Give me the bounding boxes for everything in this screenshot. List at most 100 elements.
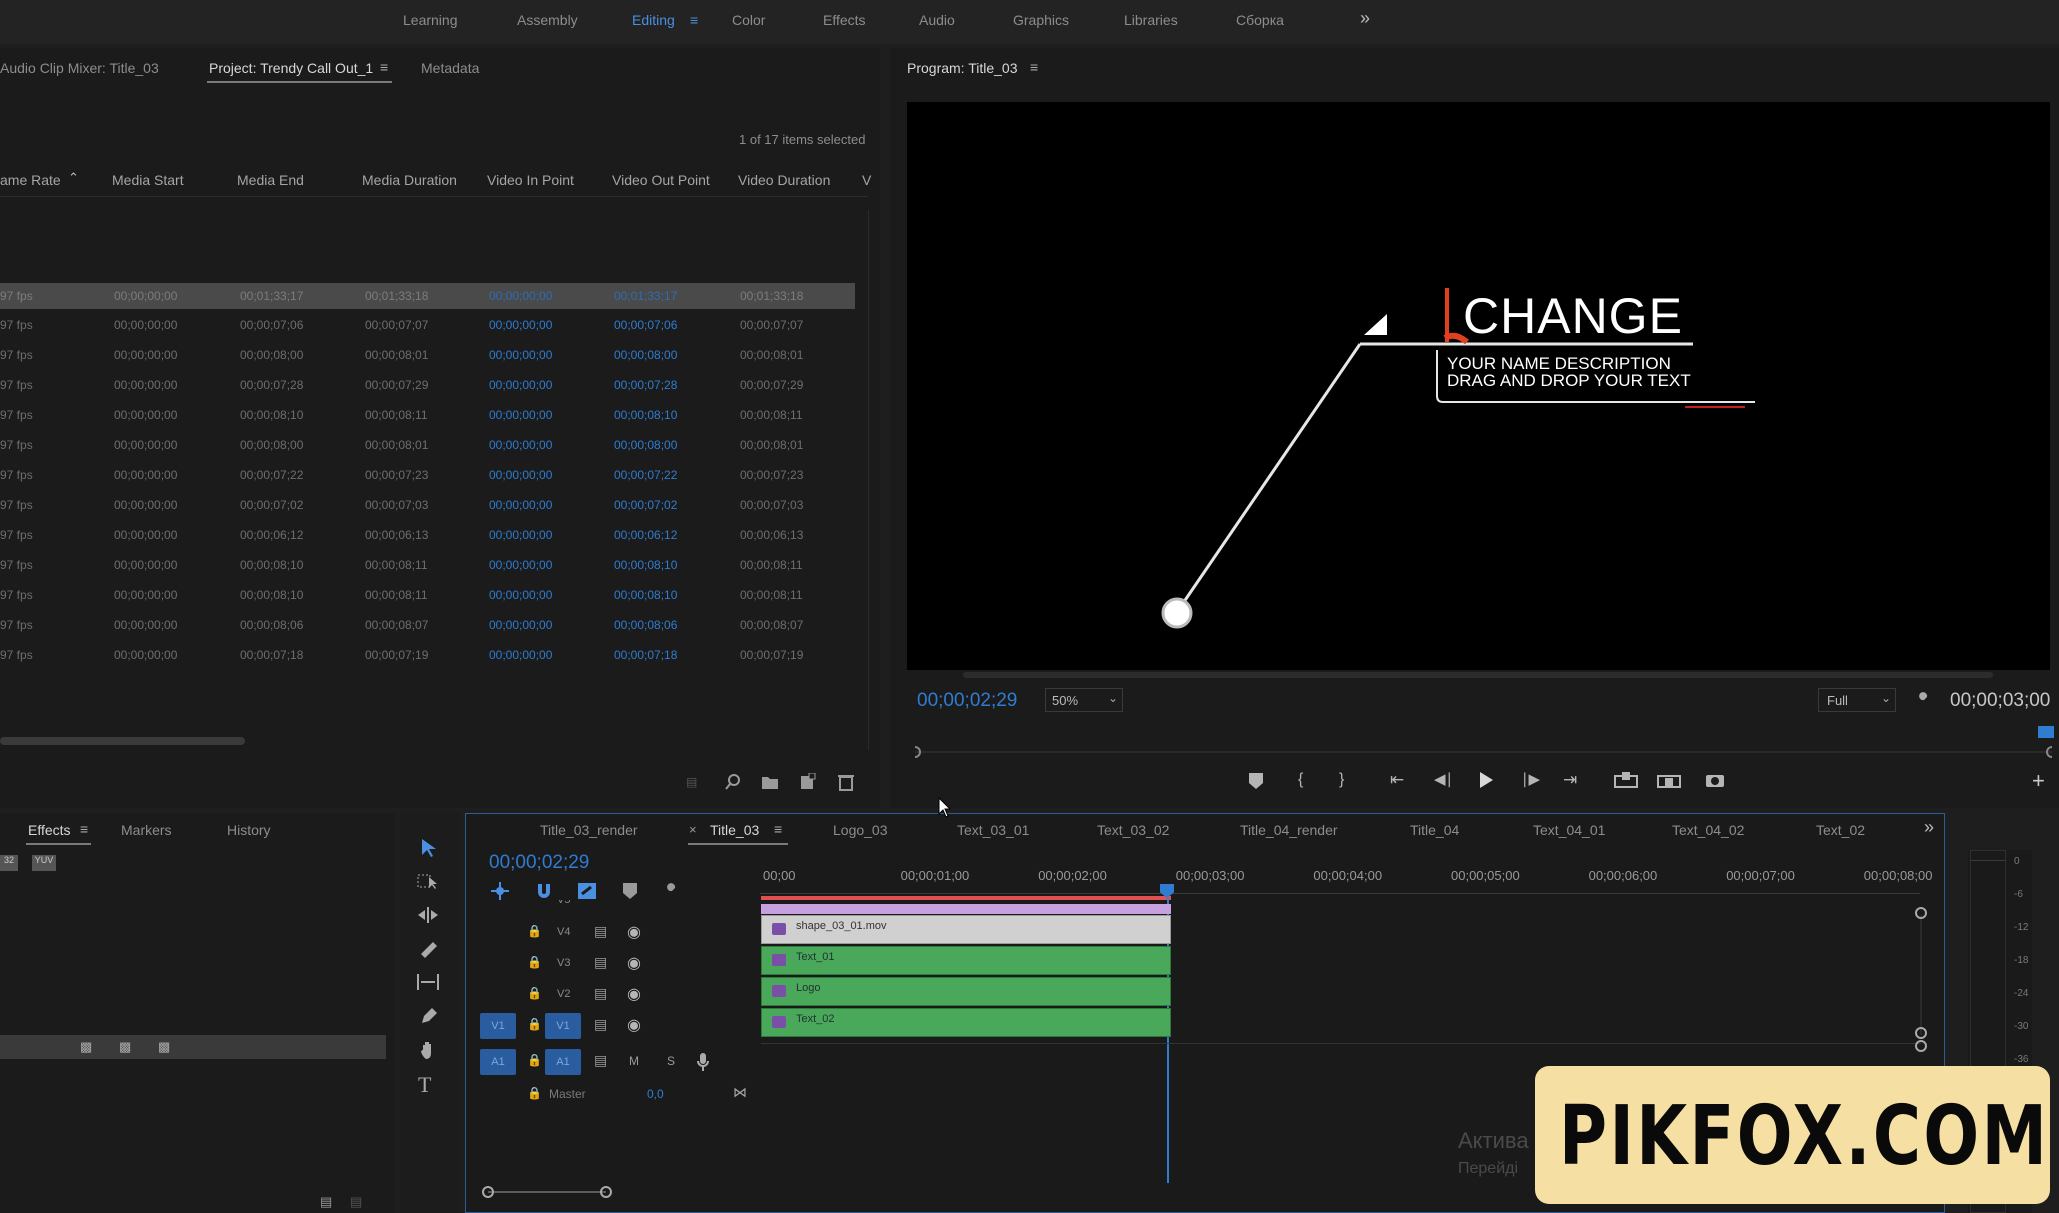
table-row[interactable]: 97 fps 00;00;00;00 00;00;08;06 00;00;08;07 0… — [0, 612, 855, 638]
sync-lock-icon[interactable]: ▤ — [594, 1052, 607, 1069]
add-button-icon[interactable]: + — [2032, 768, 2045, 794]
go-to-in-icon[interactable]: ⇤ — [1390, 770, 1404, 790]
track-target-v1[interactable]: V1 — [545, 1013, 581, 1039]
more-workspaces-icon[interactable]: » — [1360, 8, 1370, 29]
workspace-menu-icon[interactable]: ≡ — [690, 12, 698, 28]
monitor-playhead[interactable] — [2038, 726, 2054, 738]
new-folder-icon[interactable]: ▤ — [320, 1194, 332, 1210]
hand-tool-icon[interactable] — [419, 1040, 439, 1060]
clip-v5-top[interactable] — [761, 904, 1171, 914]
workspace-sborka[interactable]: Сборка — [1236, 12, 1284, 28]
sequence-tab[interactable]: Logo_03 — [833, 822, 888, 838]
close-tab-icon[interactable]: × — [689, 822, 697, 837]
sequence-menu-icon[interactable]: ≡ — [774, 821, 782, 837]
sequence-tab[interactable]: Text_04_01 — [1533, 822, 1605, 838]
table-row[interactable]: 97 fps 00;00;00;00 00;00;08;10 00;00;08;11 0… — [0, 582, 855, 608]
slip-tool-icon[interactable] — [416, 973, 440, 991]
project-panel-menu-icon[interactable]: ≡ — [380, 59, 388, 75]
play-icon[interactable] — [1478, 771, 1494, 789]
timeline-timecode[interactable]: 00;00;02;29 — [489, 852, 589, 874]
col-video-duration[interactable]: Video Duration — [738, 172, 830, 188]
timeline-settings-icon[interactable] — [662, 882, 680, 900]
lock-icon[interactable]: 🔒 — [527, 1086, 542, 1100]
automate-icon[interactable]: ▤ — [686, 775, 697, 789]
sort-ascending-icon[interactable]: ⌃ — [68, 170, 79, 186]
col-v[interactable]: V — [862, 172, 871, 188]
tab-project[interactable]: Project: Trendy Call Out_1 — [209, 60, 373, 76]
eye-icon[interactable]: ◉ — [627, 1015, 641, 1035]
source-patch-v1[interactable]: V1 — [480, 1013, 516, 1039]
sequence-tab[interactable]: Text_03_02 — [1097, 822, 1169, 838]
timeline-vscroll[interactable] — [1913, 903, 1929, 1053]
lock-icon[interactable]: 🔒 — [527, 1017, 542, 1031]
track-target-a1[interactable]: A1 — [545, 1049, 581, 1075]
selection-tool-icon[interactable] — [420, 838, 438, 858]
master-volume-value[interactable]: 0,0 — [647, 1087, 664, 1101]
sequence-tab[interactable]: Title_03 — [710, 822, 759, 838]
sequence-tab[interactable]: Title_04 — [1410, 822, 1459, 838]
linked-selection-icon[interactable] — [577, 882, 597, 900]
table-row[interactable]: 97 fps 00;00;00;00 00;00;06;12 00;00;06;13 0… — [0, 522, 855, 548]
microphone-icon[interactable] — [696, 1052, 710, 1072]
eye-icon[interactable]: ◉ — [627, 984, 641, 1004]
ripple-edit-tool-icon[interactable] — [417, 906, 439, 924]
workspace-assembly[interactable]: Assembly — [517, 12, 578, 28]
table-row[interactable]: 97 fps 00;00;00;00 00;00;08;10 00;00;08;11 0… — [0, 552, 855, 578]
col-video-out-point[interactable]: Video Out Point — [612, 172, 710, 188]
yuv-effects-badge[interactable]: YUV — [32, 855, 56, 871]
sequence-tab[interactable]: Text_04_02 — [1672, 822, 1744, 838]
effects-menu-icon[interactable]: ≡ — [80, 821, 88, 837]
video-canvas[interactable]: CHANGE YOUR NAME DESCRIPTION DRAG AND DR… — [907, 102, 2050, 670]
workspace-graphics[interactable]: Graphics — [1013, 12, 1069, 28]
extract-icon[interactable] — [1657, 772, 1681, 788]
tab-history[interactable]: History — [227, 822, 271, 838]
go-to-end-icon[interactable]: ⋈ — [733, 1084, 747, 1101]
pen-tool-icon[interactable] — [419, 1006, 439, 1026]
col-media-end[interactable]: Media End — [237, 172, 304, 188]
clip-text-02[interactable]: Text_02 — [761, 1008, 1171, 1037]
delete-icon[interactable]: ▤ — [350, 1194, 362, 1210]
lock-icon[interactable]: 🔒 — [527, 955, 542, 969]
new-bin-icon[interactable] — [761, 774, 779, 790]
program-menu-icon[interactable]: ≡ — [1030, 59, 1038, 75]
workspace-audio[interactable]: Audio — [919, 12, 955, 28]
clip-text-01[interactable]: Text_01 — [761, 946, 1171, 975]
zoom-select[interactable]: 50% ⌄ — [1045, 688, 1123, 712]
tab-markers[interactable]: Markers — [121, 822, 172, 838]
workspace-editing[interactable]: Editing — [632, 12, 675, 28]
table-row[interactable]: 97 fps 00;00;00;00 00;00;07;06 00;00;07;07 0… — [0, 312, 855, 338]
sequence-tab[interactable]: Text_02 — [1816, 822, 1865, 838]
quality-select[interactable]: Full ⌄ — [1818, 688, 1896, 712]
mark-in-icon[interactable]: { — [1298, 771, 1303, 789]
mute-button[interactable]: M — [629, 1054, 639, 1068]
search-icon[interactable] — [725, 773, 743, 791]
marker-icon[interactable] — [1248, 772, 1264, 790]
new-item-icon[interactable] — [800, 773, 816, 791]
col-media-start[interactable]: Media Start — [112, 172, 184, 188]
sync-lock-icon[interactable]: ▤ — [594, 985, 607, 1002]
more-sequences-icon[interactable]: » — [1924, 817, 1934, 838]
workspace-libraries[interactable]: Libraries — [1124, 12, 1178, 28]
table-row[interactable]: 97 fps 00;00;00;00 00;00;08;10 00;00;08;11 0… — [0, 402, 855, 428]
monitor-hscroll[interactable] — [963, 672, 1993, 678]
trash-icon[interactable] — [838, 773, 854, 791]
tab-effects[interactable]: Effects — [28, 822, 71, 838]
accelerated-effects-badge[interactable]: 32 — [0, 855, 18, 871]
mark-out-icon[interactable]: } — [1339, 771, 1344, 789]
lock-icon[interactable]: 🔒 — [527, 986, 542, 1000]
table-row[interactable]: 97 fps 00;00;00;00 00;00;07;28 00;00;07;29 0… — [0, 372, 855, 398]
lift-icon[interactable] — [1614, 772, 1638, 788]
sequence-tab[interactable]: Title_03_render — [540, 822, 638, 838]
workspace-learning[interactable]: Learning — [403, 12, 458, 28]
sync-lock-icon[interactable]: ▤ — [594, 954, 607, 971]
workspace-effects[interactable]: Effects — [823, 12, 866, 28]
step-forward-icon[interactable]: ∣▶ — [1521, 770, 1540, 788]
sequence-tab[interactable]: Title_04_render — [1240, 822, 1338, 838]
add-marker-icon[interactable] — [622, 882, 638, 900]
col-video-in-point[interactable]: Video In Point — [487, 172, 574, 188]
workspace-color[interactable]: Color — [732, 12, 765, 28]
camera-icon[interactable] — [1705, 772, 1725, 788]
tab-audio-clip-mixer[interactable]: Audio Clip Mixer: Title_03 — [0, 60, 159, 76]
effects-folder-row[interactable]: ▩ ▩ ▩ — [0, 1035, 386, 1059]
monitor-time-ruler[interactable] — [915, 742, 2052, 760]
